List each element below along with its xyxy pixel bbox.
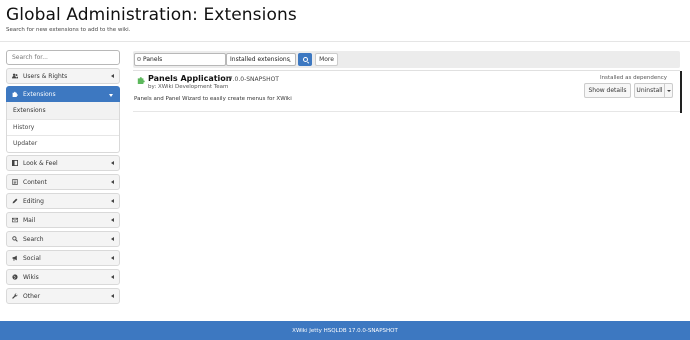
puzzle-icon xyxy=(12,91,18,97)
extension-name[interactable]: Panels Application xyxy=(148,74,231,83)
sidebar-item-editing[interactable]: Editing xyxy=(6,193,120,209)
page-hint: Search for new extensions to add to the … xyxy=(6,27,131,33)
sidebar-item-content[interactable]: Content xyxy=(6,174,120,190)
extension-status: Installed as dependency xyxy=(599,75,667,81)
chevron-down-icon: ⌄ xyxy=(287,58,292,64)
search-button[interactable] xyxy=(298,53,312,66)
extension-author: by: XWiki Development Team xyxy=(148,84,229,90)
caret-left-icon xyxy=(111,180,114,184)
sidebar-search-input[interactable] xyxy=(6,50,120,65)
header-divider xyxy=(0,41,690,42)
globe-icon xyxy=(12,274,18,280)
sidebar-item-mail[interactable]: Mail xyxy=(6,212,120,228)
pencil-icon xyxy=(12,198,18,204)
footer: XWiki Jetty HSQLDB 17.0.0-SNAPSHOT xyxy=(0,321,690,340)
envelope-icon xyxy=(12,217,18,223)
extension-filter-select[interactable]: Installed extensions ⌄ xyxy=(226,53,296,66)
sidebar-item-other[interactable]: Other xyxy=(6,288,120,304)
extension-description: Panels and Panel Wizard to easily create… xyxy=(134,96,292,102)
uninstall-dropdown-toggle[interactable] xyxy=(665,83,673,98)
sidebar-item-search[interactable]: Search xyxy=(6,231,120,247)
sidebar-item-label: Content xyxy=(23,178,47,186)
caret-left-icon xyxy=(111,199,114,203)
sidebar-item-extensions[interactable]: Extensions xyxy=(6,86,120,102)
extension-search-input[interactable]: Panels xyxy=(134,53,226,66)
extensions-submenu: Extensions History Updater xyxy=(6,102,120,153)
submenu-item-history[interactable]: History xyxy=(7,118,119,136)
bullhorn-icon xyxy=(12,255,18,261)
caret-left-icon xyxy=(111,161,114,165)
sidebar-item-label: Editing xyxy=(23,197,44,205)
caret-left-icon xyxy=(111,237,114,241)
sidebar-item-label: Extensions xyxy=(23,90,56,98)
caret-left-icon xyxy=(111,218,114,222)
search-icon xyxy=(137,57,141,61)
document-icon xyxy=(12,179,18,185)
puzzle-icon xyxy=(137,77,145,84)
show-details-button[interactable]: Show details xyxy=(584,83,631,98)
caret-left-icon xyxy=(111,74,114,78)
sidebar-item-label: Social xyxy=(23,254,41,262)
search-icon xyxy=(12,236,18,242)
scroll-indicator xyxy=(680,71,682,113)
sidebar-item-label: Users & Rights xyxy=(23,72,68,80)
submenu-item-extensions[interactable]: Extensions xyxy=(7,102,119,119)
sidebar-item-label: Mail xyxy=(23,216,36,224)
caret-left-icon xyxy=(111,294,114,298)
users-icon xyxy=(12,73,18,79)
search-input-value: Panels xyxy=(143,56,163,63)
caret-left-icon xyxy=(111,256,114,260)
caret-down-icon xyxy=(109,93,113,97)
sidebar-item-wikis[interactable]: Wikis xyxy=(6,269,120,285)
extension-result-item: Panels Application 17.0.0-SNAPSHOT by: X… xyxy=(133,70,682,113)
sidebar-item-social[interactable]: Social xyxy=(6,250,120,266)
search-icon xyxy=(302,57,308,62)
sidebar-item-users-rights[interactable]: Users & Rights xyxy=(6,68,120,84)
sidebar-item-label: Wikis xyxy=(23,273,39,281)
submenu-item-updater[interactable]: Updater xyxy=(7,135,119,152)
page-title: Global Administration: Extensions xyxy=(6,5,297,25)
sidebar-item-label: Search xyxy=(23,235,44,243)
more-button[interactable]: More xyxy=(315,53,338,66)
sidebar-item-label: Look & Feel xyxy=(23,159,58,167)
layout-icon xyxy=(12,160,18,166)
uninstall-button[interactable]: Uninstall xyxy=(634,83,665,98)
wrench-icon xyxy=(12,293,18,299)
extension-version: 17.0.0-SNAPSHOT xyxy=(225,75,279,83)
sidebar-item-look-feel[interactable]: Look & Feel xyxy=(6,155,120,171)
sidebar-item-label: Other xyxy=(23,292,41,300)
caret-left-icon xyxy=(111,275,114,279)
filter-selected-value: Installed extensions xyxy=(230,56,290,63)
